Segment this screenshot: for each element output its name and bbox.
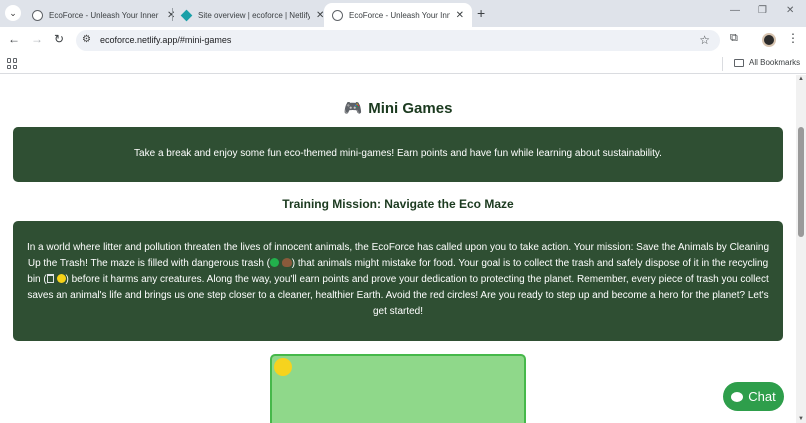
intro-panel: Take a break and enjoy some fun eco-them… — [13, 127, 783, 182]
back-arrow-icon[interactable]: ← — [8, 32, 20, 46]
reload-icon[interactable]: ↻ — [54, 32, 64, 46]
tab-title: EcoForce - Unleash Your Inner E — [49, 10, 161, 20]
folder-icon — [734, 58, 744, 67]
page-title: 🎮 Mini Games — [0, 99, 796, 117]
avatar[interactable] — [762, 33, 776, 47]
globe-icon — [32, 9, 43, 21]
all-bookmarks-button[interactable]: All Bookmarks — [734, 58, 800, 67]
yellow-player-icon — [56, 274, 66, 283]
bookmark-star-icon[interactable]: ☆ — [699, 33, 710, 47]
extensions-icon[interactable]: ⧉ — [730, 32, 738, 45]
globe-icon — [332, 9, 343, 21]
netlify-icon — [180, 9, 193, 21]
tab-title: Site overview | ecoforce | Netlify — [198, 10, 310, 20]
tab-netlify[interactable]: Site overview | ecoforce | Netlify ✕ — [173, 3, 332, 27]
recycling-bin-icon — [46, 274, 54, 283]
scrollbar-thumb[interactable] — [798, 127, 804, 237]
window-close-icon[interactable]: ✕ — [786, 5, 794, 16]
tab-ecoforce-1[interactable]: EcoForce - Unleash Your Inner E ✕ — [24, 3, 183, 27]
player-token — [274, 358, 292, 376]
site-info-icon[interactable]: ⚙ — [82, 34, 91, 45]
page-title-text: Mini Games — [368, 100, 453, 117]
url-text[interactable]: ecoforce.netlify.app/#mini-games — [100, 35, 231, 45]
green-trash-icon — [270, 258, 279, 267]
page-content: 🎮 Mini Games Take a break and enjoy some … — [0, 75, 796, 423]
intro-text: Take a break and enjoy some fun eco-them… — [134, 148, 662, 159]
tab-ecoforce-active[interactable]: EcoForce - Unleash Your Inner E ✕ — [324, 3, 472, 27]
all-bookmarks-label: All Bookmarks — [749, 58, 801, 67]
scroll-down-arrow-icon[interactable]: ▼ — [796, 416, 806, 422]
tab-strip: ⌄ EcoForce - Unleash Your Inner E ✕ Site… — [0, 0, 806, 27]
chat-button[interactable]: Chat — [723, 382, 784, 411]
browser-toolbar: ← → ↻ ⚙ ecoforce.netlify.app/#mini-games… — [0, 27, 806, 54]
minimize-icon[interactable]: — — [730, 5, 740, 16]
bookmarks-divider — [722, 57, 723, 71]
bookmarks-bar: All Bookmarks — [0, 54, 806, 74]
poo-icon — [281, 258, 292, 267]
scroll-up-arrow-icon[interactable]: ▲ — [796, 76, 806, 82]
maze-game-canvas[interactable] — [270, 354, 526, 423]
chat-bubble-icon — [731, 391, 744, 402]
story-panel: In a world where litter and pollution th… — [13, 221, 783, 341]
browser-menu-icon[interactable]: ⋮ — [787, 31, 799, 45]
tab-search-button[interactable]: ⌄ — [5, 5, 21, 21]
chat-label: Chat — [748, 389, 776, 404]
restore-icon[interactable]: ❐ — [758, 5, 767, 16]
apps-grid-icon[interactable] — [7, 58, 18, 69]
forward-arrow-icon[interactable]: → — [31, 32, 43, 46]
new-tab-button[interactable]: + — [477, 5, 485, 21]
close-icon[interactable]: ✕ — [456, 10, 464, 21]
mission-heading: Training Mission: Navigate the Eco Maze — [282, 197, 514, 211]
page-scrollbar[interactable]: ▲ ▼ — [796, 75, 806, 423]
gamepad-icon: 🎮 — [343, 100, 363, 117]
story-text-3: ) before it harms any creatures. Along t… — [27, 274, 769, 317]
address-bar[interactable]: ⚙ ecoforce.netlify.app/#mini-games ☆ — [76, 30, 720, 51]
tab-title: EcoForce - Unleash Your Inner E — [349, 10, 450, 20]
